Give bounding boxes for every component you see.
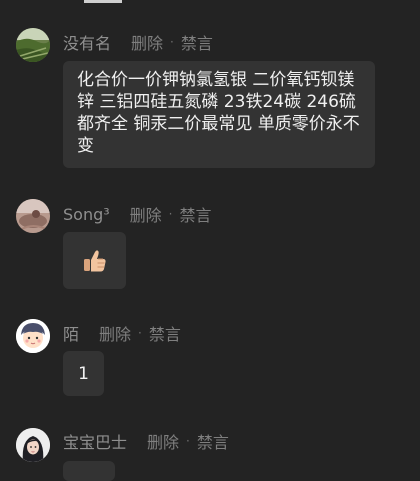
message-text: 1 (78, 363, 89, 384)
message-bubble (63, 461, 115, 481)
separator-dot: · (170, 35, 174, 49)
message-bubble: 化合价一价钾钠氯氢银 二价氧钙钡镁锌 三铝四硅五氮磷 23铁24碳 246硫都齐… (63, 61, 375, 168)
message-header: 宝宝巴士 删除 · 禁言 (63, 429, 229, 453)
message-bubble: 1 (63, 351, 104, 396)
avatar[interactable] (16, 199, 50, 233)
chat-message: Song³ 删除 · 禁言 (0, 190, 420, 300)
delete-button[interactable]: 删除 (99, 321, 131, 345)
mute-button[interactable]: 禁言 (180, 202, 212, 226)
chat-message: 没有名 删除 · 禁言 化合价一价钾钠氯氢银 二价氧钙钡镁锌 三铝四硅五氮磷 2… (0, 0, 420, 175)
message-header: Song³ 删除 · 禁言 (63, 202, 212, 226)
message-text: 化合价一价钾钠氯氢银 二价氧钙钡镁锌 三铝四硅五氮磷 23铁24碳 246硫都齐… (77, 70, 360, 156)
avatar[interactable] (16, 28, 50, 62)
portrait-avatar-icon (16, 428, 50, 462)
mute-button[interactable]: 禁言 (181, 30, 213, 54)
chat-message: 陌 删除 · 禁言 1 (0, 305, 420, 405)
chat-message: 宝宝巴士 删除 · 禁言 (0, 415, 420, 481)
delete-button[interactable]: 删除 (131, 30, 163, 54)
mute-button[interactable]: 禁言 (197, 429, 229, 453)
thumbs-up-emoji-icon (83, 249, 106, 271)
avatar[interactable] (16, 319, 50, 353)
message-header: 没有名 删除 · 禁言 (63, 30, 213, 54)
photo-avatar-icon (16, 199, 50, 233)
delete-button[interactable]: 删除 (147, 429, 179, 453)
username[interactable]: 宝宝巴士 (63, 429, 127, 453)
cartoon-avatar-icon (16, 319, 50, 353)
mute-button[interactable]: 禁言 (149, 321, 181, 345)
message-bubble (63, 232, 126, 289)
separator-dot: · (186, 434, 190, 448)
message-header: 陌 删除 · 禁言 (63, 321, 181, 345)
separator-dot: · (138, 326, 142, 340)
avatar[interactable] (16, 428, 50, 462)
separator-dot: · (168, 207, 173, 221)
landscape-avatar-icon (16, 28, 50, 62)
username[interactable]: Song³ (63, 205, 110, 224)
username[interactable]: 没有名 (63, 30, 111, 54)
username[interactable]: 陌 (63, 321, 79, 345)
delete-button[interactable]: 删除 (130, 202, 162, 226)
